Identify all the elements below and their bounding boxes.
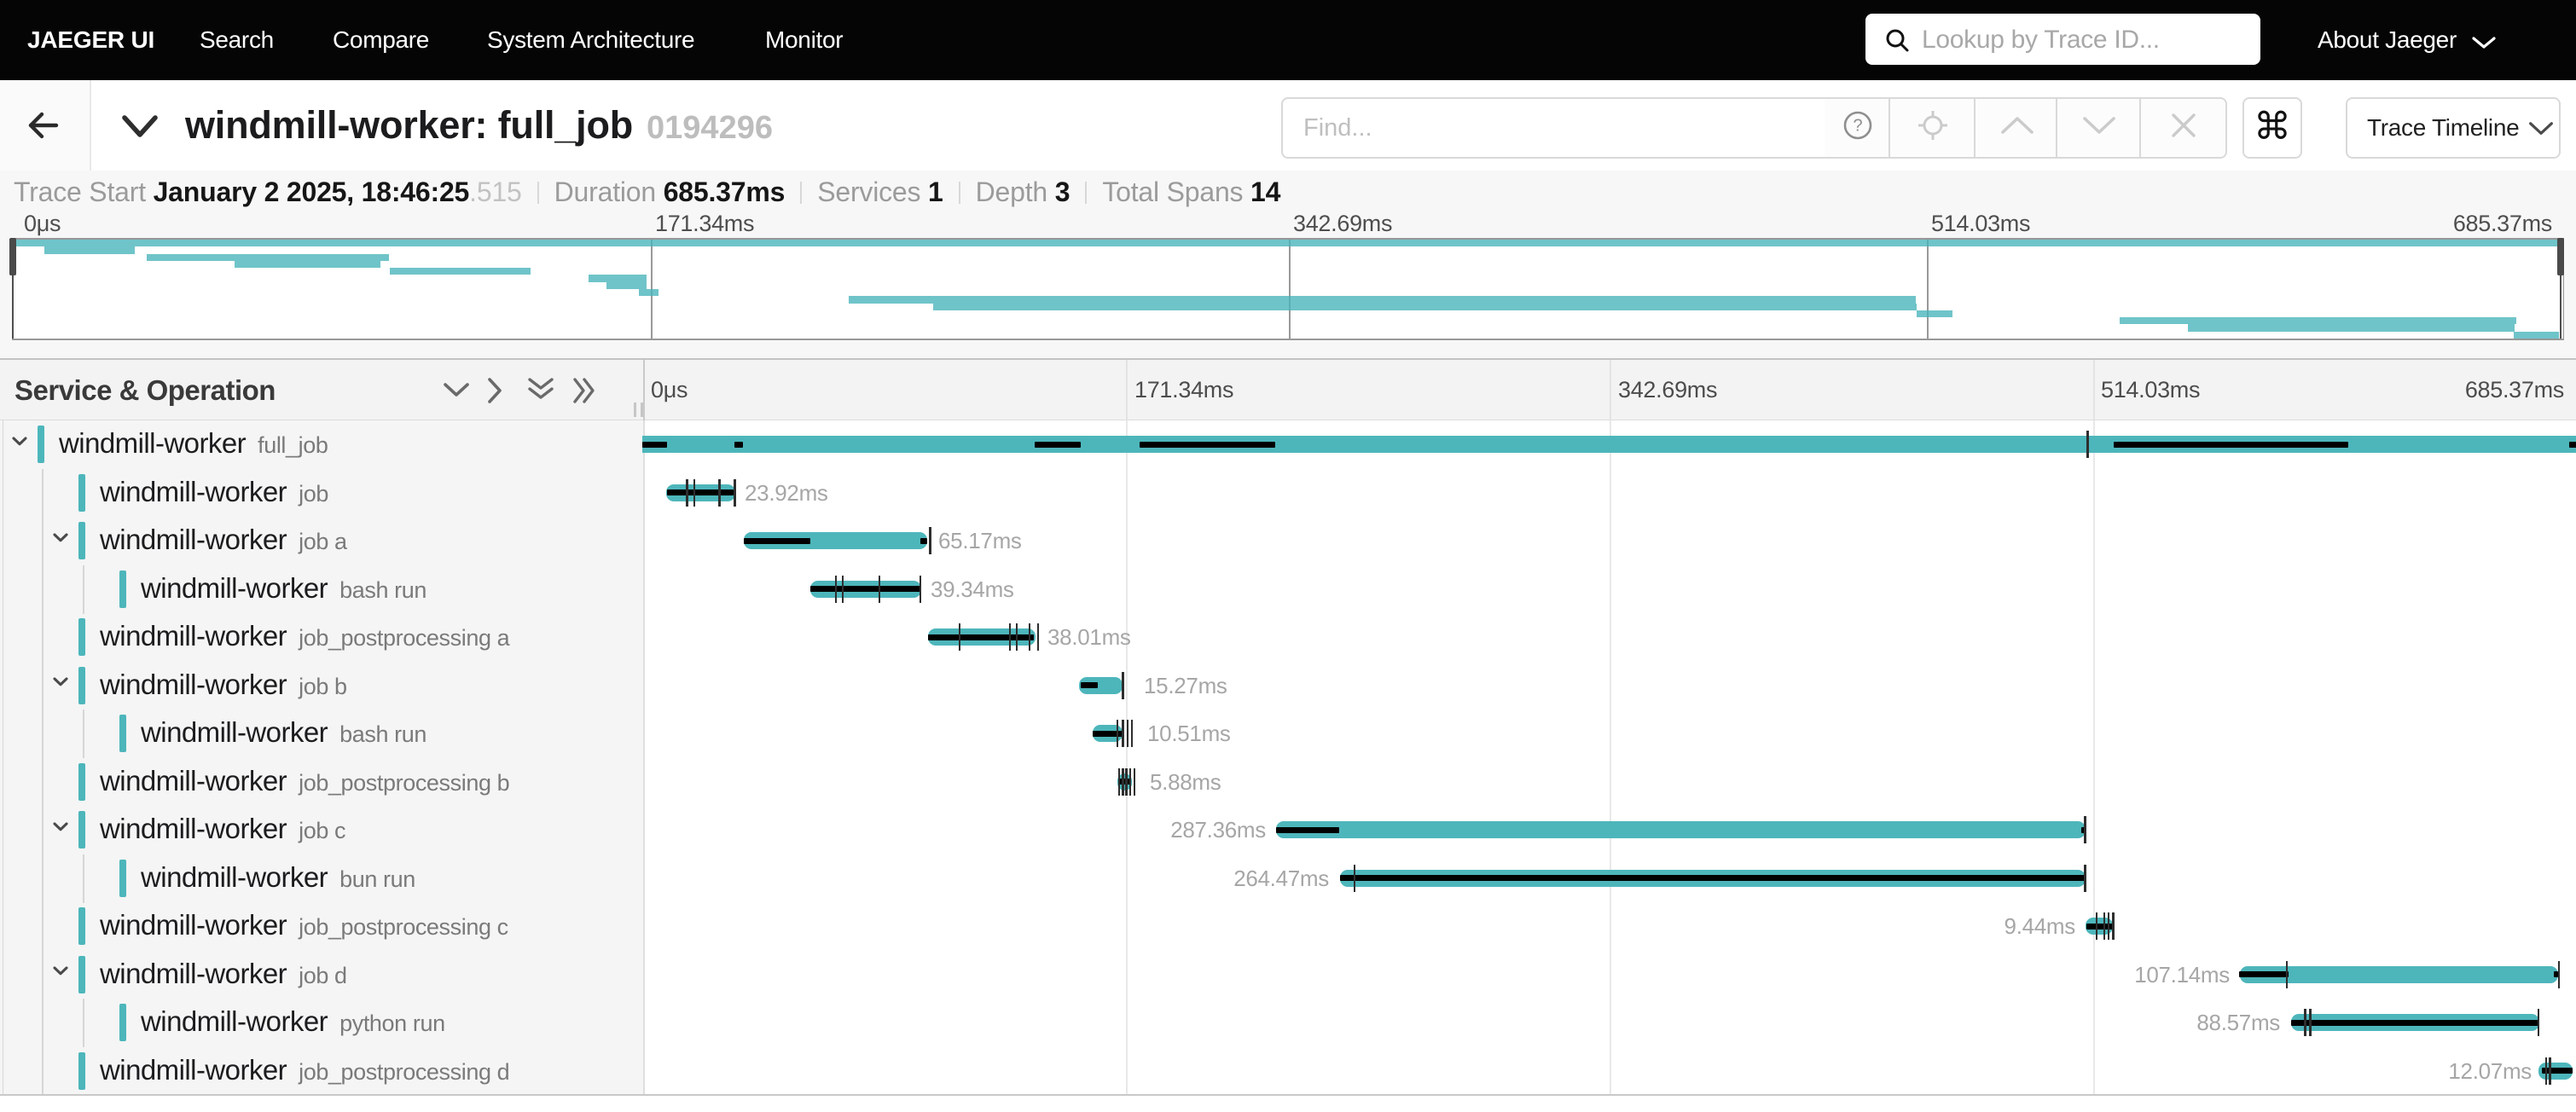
svg-text:?: ? <box>1853 117 1862 136</box>
